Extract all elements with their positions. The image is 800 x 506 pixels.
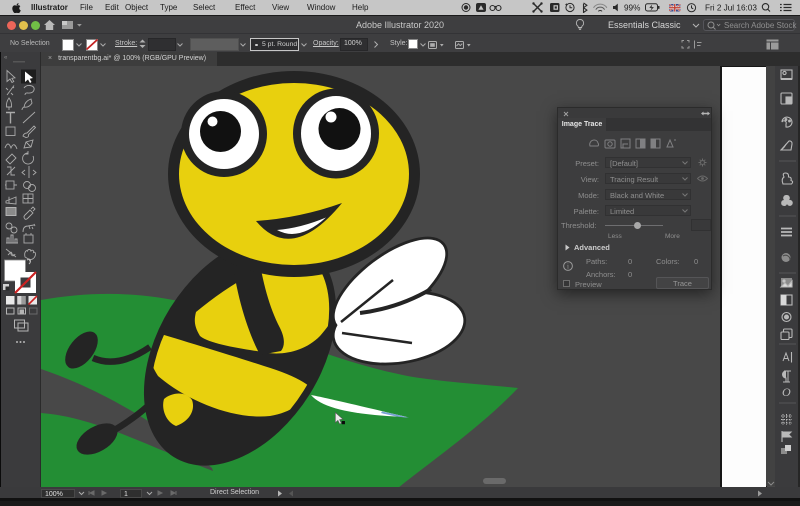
svg-text:O: O	[782, 385, 791, 399]
svg-text:Fri 2 Jul 16:03: Fri 2 Jul 16:03	[705, 4, 757, 13]
svg-text:i: i	[567, 263, 569, 271]
svg-text:99%: 99%	[624, 4, 640, 13]
svg-text:«: «	[4, 55, 8, 61]
